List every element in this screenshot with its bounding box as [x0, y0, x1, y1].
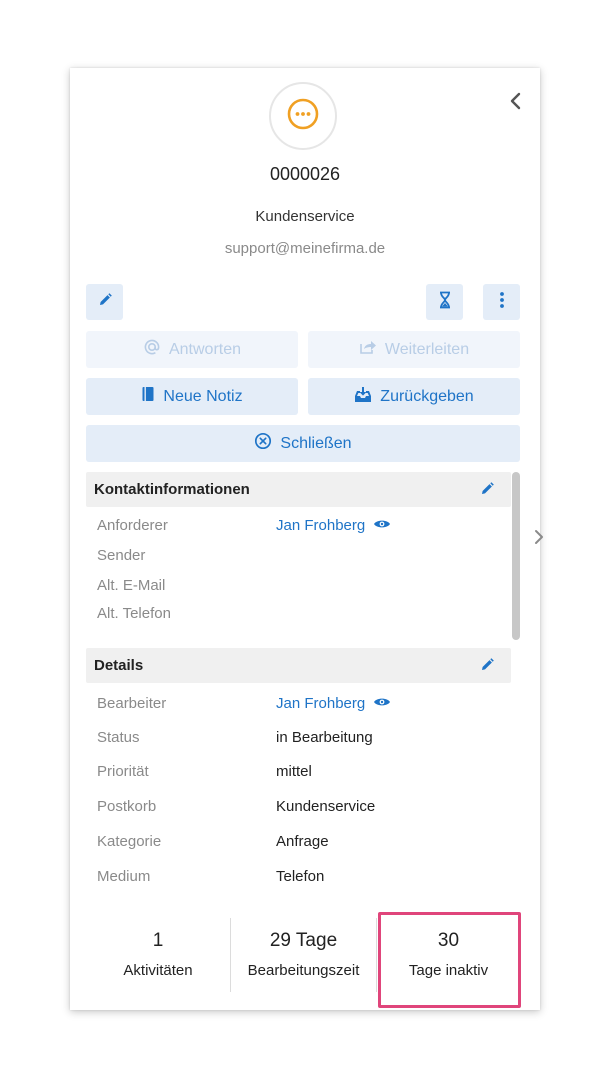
row-label: Status — [97, 729, 140, 746]
inbox-download-icon — [354, 386, 372, 408]
ticket-team: Kundenservice — [255, 208, 355, 225]
eye-icon[interactable] — [373, 517, 391, 534]
edit-ticket-button[interactable] — [86, 284, 123, 320]
return-button[interactable]: Zurückgeben — [308, 378, 520, 415]
contact-row: Anforderer Jan Frohberg — [97, 517, 497, 539]
chevron-left-icon[interactable] — [506, 90, 526, 112]
new-note-button[interactable]: Neue Notiz — [86, 378, 298, 415]
details-row: Kategorie Anfrage — [97, 833, 497, 855]
reply-button[interactable]: Antworten — [86, 331, 298, 368]
pencil-icon[interactable] — [479, 657, 495, 677]
stat-activities: 1 Aktivitäten — [86, 914, 230, 994]
forward-button[interactable]: Weiterleiten — [308, 331, 520, 368]
snooze-button[interactable] — [426, 284, 463, 320]
contact-section-header: Kontaktinformationen — [86, 472, 511, 507]
details-row: Postkorb Kundenservice — [97, 798, 497, 820]
row-label: Sender — [97, 547, 146, 564]
at-sign-icon — [143, 338, 161, 361]
close-ticket-label: Schließen — [280, 434, 352, 452]
share-forward-icon — [359, 339, 377, 360]
details-row: Priorität mittel — [97, 763, 497, 785]
chevron-right-icon[interactable] — [533, 528, 545, 551]
ticket-stats: 1 Aktivitäten 29 Tage Bearbeitungszeit 3… — [86, 914, 526, 998]
row-label: Postkorb — [97, 798, 157, 815]
row-label: Anforderer — [97, 517, 168, 534]
requester-name[interactable]: Jan Frohberg — [276, 517, 365, 534]
scrollbar-thumb[interactable] — [512, 472, 520, 640]
row-label: Priorität — [97, 763, 149, 780]
row-value: Kundenservice — [276, 798, 376, 815]
stat-value: 30 — [437, 930, 460, 951]
requester-value[interactable]: Jan Frohberg — [276, 517, 391, 534]
reply-label: Antworten — [168, 340, 242, 358]
row-label: Alt. Telefon — [97, 605, 171, 622]
forward-label: Weiterleiten — [384, 340, 470, 358]
details-row: Medium Telefon — [97, 868, 497, 890]
details-section-header: Details — [86, 648, 511, 683]
pencil-icon[interactable] — [479, 481, 495, 501]
assignee-name[interactable]: Jan Frohberg — [276, 695, 365, 712]
row-label: Alt. E-Mail — [97, 577, 166, 594]
row-label: Kategorie — [97, 833, 162, 850]
eye-icon[interactable] — [373, 695, 391, 712]
more-horizontal-circle-icon — [286, 97, 320, 136]
close-ticket-button[interactable]: Schließen — [86, 425, 520, 462]
details-row: Bearbeiter Jan Frohberg — [97, 695, 497, 717]
stat-label: Tage inaktiv — [408, 962, 489, 979]
stat-label: Aktivitäten — [123, 962, 193, 979]
stat-days-inactive: 30 Tage inaktiv — [377, 914, 520, 994]
hourglass-icon — [437, 291, 453, 314]
more-vertical-icon — [499, 291, 505, 314]
stat-value: 1 — [152, 930, 164, 951]
close-circle-icon — [254, 432, 272, 455]
ticket-info-scroll-area[interactable]: Kontaktinformationen Anforderer Jan Froh… — [86, 472, 512, 916]
assignee-value[interactable]: Jan Frohberg — [276, 695, 391, 712]
details-row: Status in Bearbeitung — [97, 729, 497, 751]
stat-value: 29 Tage — [269, 930, 338, 951]
new-note-label: Neue Notiz — [163, 387, 243, 405]
row-value: Anfrage — [276, 833, 329, 850]
pencil-icon — [97, 292, 113, 313]
ticket-id: 0000026 — [269, 164, 341, 184]
contact-row: Sender — [97, 547, 497, 569]
contact-section-title: Kontaktinformationen — [94, 481, 250, 498]
stat-processing-time: 29 Tage Bearbeitungszeit — [231, 914, 376, 994]
row-label: Bearbeiter — [97, 695, 167, 712]
stat-label: Bearbeitungszeit — [247, 962, 360, 979]
row-label: Medium — [97, 868, 151, 885]
contact-row: Alt. E-Mail — [97, 577, 497, 599]
contact-row: Alt. Telefon — [97, 605, 497, 627]
ticket-side-panel: 0000026 Kundenservice support@meinefirma… — [70, 68, 540, 1010]
notebook-icon — [141, 386, 155, 407]
more-options-button[interactable] — [483, 284, 520, 320]
row-value: mittel — [276, 763, 312, 780]
row-value: Telefon — [276, 868, 325, 885]
row-value: in Bearbeitung — [276, 729, 373, 746]
ticket-avatar — [269, 82, 337, 150]
details-section-title: Details — [94, 657, 144, 674]
return-label: Zurückgeben — [380, 387, 474, 405]
ticket-email: support@meinefirma.de — [224, 240, 386, 257]
